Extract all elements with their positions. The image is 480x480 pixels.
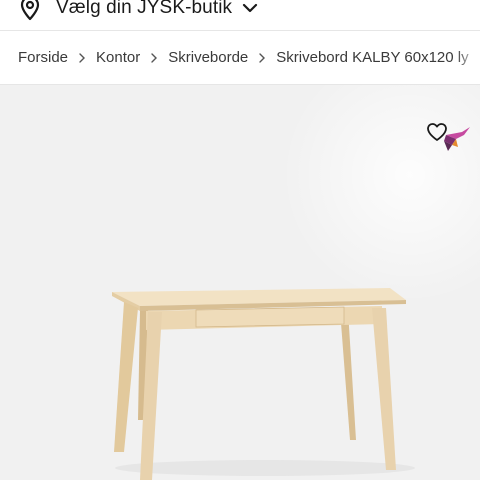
breadcrumb-item-kontor[interactable]: Kontor xyxy=(96,49,140,66)
background-glow xyxy=(280,85,480,305)
location-pin-icon xyxy=(20,0,40,21)
chevron-right-icon xyxy=(79,52,86,63)
breadcrumb-item-skriveborde[interactable]: Skriveborde xyxy=(168,49,248,66)
store-bar: Vælg din JYSK-butik xyxy=(0,0,480,30)
store-selector[interactable]: Vælg din JYSK-butik xyxy=(18,0,258,23)
chevron-right-icon xyxy=(259,52,266,63)
store-selector-label: Vælg din JYSK-butik xyxy=(56,0,233,18)
breadcrumb: Forside Kontor Skriveborde Skrivebord KA… xyxy=(0,30,480,85)
product-image-area[interactable] xyxy=(0,85,480,480)
breadcrumb-item-forside[interactable]: Forside xyxy=(18,49,68,66)
desk-image xyxy=(112,288,415,480)
hummingbird-sticker-icon xyxy=(444,127,470,151)
chevron-down-icon xyxy=(243,3,258,13)
chevron-right-icon xyxy=(151,52,158,63)
breadcrumb-current-page: Skrivebord KALBY 60x120 ly xyxy=(276,49,469,66)
